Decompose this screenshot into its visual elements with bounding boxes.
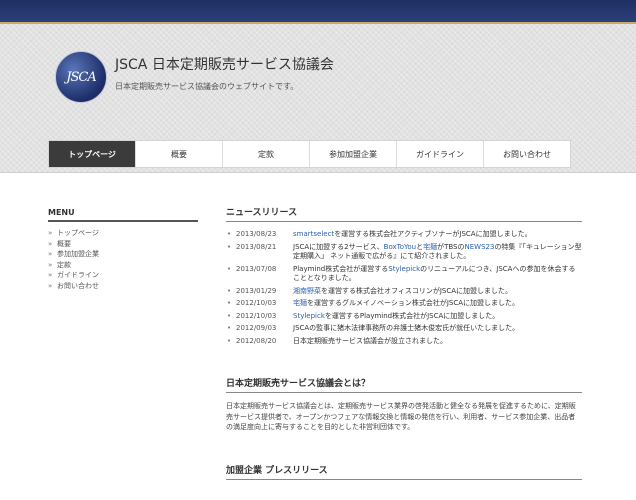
about-title: 日本定期販売サービス協議会とは？: [226, 376, 582, 393]
news-date: 2012/10/03: [236, 311, 277, 320]
news-item: 2013/01/29 湘南野菜を運営する株式会社オフィスコリンがJSCAに加盟しま…: [226, 287, 582, 297]
news-link[interactable]: NEWS23: [465, 243, 495, 251]
news-date: 2012/10/03: [236, 299, 277, 307]
sidebar-item-contact[interactable]: お問い合わせ: [48, 281, 198, 292]
sidebar-item-overview[interactable]: 概要: [48, 239, 198, 250]
news-text-segment: 日本定期販売サービス協議会が設立されました。: [293, 336, 447, 345]
news-text: JSCAの監事に猪木法律事務所の弁護士猪木俊宏氏が就任いたしました。: [293, 324, 582, 334]
news-title: ニュースリリース: [226, 205, 582, 222]
nav-item-contact[interactable]: お問い合わせ: [484, 141, 570, 167]
news-item: 2013/07/08 Playmind株式会社が運営するStylepickのリニュ…: [226, 265, 582, 284]
news-link[interactable]: 宅麺: [293, 299, 307, 307]
top-bar: [0, 0, 636, 24]
news-link[interactable]: smartselect: [293, 230, 334, 238]
about-text: 日本定期販売サービス協議会とは、定期販売サービス業界の啓発活動と健全なる発展を促…: [226, 402, 576, 431]
nav-item-articles[interactable]: 定款: [223, 141, 310, 167]
news-link[interactable]: Stylepick: [293, 312, 325, 320]
news-text-segment: JSCAに加盟する2サービス、: [293, 242, 384, 251]
news-date: 2013/01/29: [236, 286, 277, 295]
sidebar-menu: トップページ 概要 参加加盟企業 定款 ガイドライン お問い合わせ: [48, 228, 198, 291]
sidebar-item-articles[interactable]: 定款: [48, 260, 198, 271]
news-text-segment: がTBSの: [437, 242, 465, 251]
news-date: 2013/08/23: [236, 230, 277, 238]
news-text: Playmind株式会社が運営するStylepickのリニューアルにつき、JSC…: [293, 265, 582, 284]
nav-item-overview[interactable]: 概要: [136, 141, 223, 167]
news-item: 2012/09/03 JSCAの監事に猪木法律事務所の弁護士猪木俊宏氏が就任いたし…: [226, 324, 582, 334]
news-text: 日本定期販売サービス協議会が設立されました。: [293, 337, 582, 347]
site-description: 日本定期販売サービス協議会のウェブサイトです。: [115, 82, 299, 91]
news-text-segment: を運営するPlaymind株式会社がJSCAに加盟しました。: [324, 311, 500, 320]
news-text-segment: JSCAの監事に猪木法律事務所の弁護士猪木俊宏氏が就任いたしました。: [293, 324, 520, 332]
nav-item-members[interactable]: 参加加盟企業: [310, 141, 397, 167]
news-link[interactable]: Stylepick: [388, 265, 420, 273]
main-content: ニュースリリース 2013/08/23 smartselectを運営する株式会社ア…: [226, 205, 582, 480]
news-link[interactable]: BoxToYou: [384, 243, 416, 251]
sidebar-item-guidelines[interactable]: ガイドライン: [48, 270, 198, 281]
news-date: 2012/08/20: [236, 336, 277, 345]
nav-item-guidelines[interactable]: ガイドライン: [397, 141, 484, 167]
news-date: 2012/09/03: [236, 324, 277, 332]
news-link[interactable]: 湘南野菜: [293, 287, 321, 295]
news-text-segment: Playmind株式会社が運営する: [293, 264, 389, 273]
main-nav: トップページ 概要 定款 参加加盟企業 ガイドライン お問い合わせ: [48, 140, 571, 168]
news-list: 2013/08/23 smartselectを運営する株式会社アクティブソナーがJ…: [226, 230, 582, 346]
news-text-segment: を運営するグルメイノベーション株式会社がJSCAに加盟しました。: [307, 299, 520, 307]
news-item: 2012/10/03 宅麺を運営するグルメイノベーション株式会社がJSCAに加盟し…: [226, 299, 582, 309]
site-logo[interactable]: JSCA: [55, 51, 107, 103]
news-text: Stylepickを運営するPlaymind株式会社がJSCAに加盟しました。: [293, 312, 582, 322]
sidebar-title: MENU: [48, 208, 198, 222]
news-text-segment: を運営する株式会社アクティブソナーがJSCAに加盟しました。: [334, 230, 532, 238]
news-text: JSCAに加盟する2サービス、BoxToYouと宅麺がTBSのNEWS23の特集…: [293, 243, 582, 262]
news-text: 湘南野菜を運営する株式会社オフィスコリンがJSCAに加盟しました。: [293, 287, 582, 297]
news-date: 2013/07/08: [236, 264, 277, 273]
news-date: 2013/08/21: [236, 242, 277, 251]
sidebar: MENU トップページ 概要 参加加盟企業 定款 ガイドライン お問い合わせ: [48, 208, 198, 291]
news-item: 2012/10/03 Stylepickを運営するPlaymind株式会社がJSC…: [226, 312, 582, 322]
sidebar-item-members[interactable]: 参加加盟企業: [48, 249, 198, 260]
news-item: 2013/08/21 JSCAに加盟する2サービス、BoxToYouと宅麺がTBS…: [226, 243, 582, 262]
news-item: 2012/08/20 日本定期販売サービス協議会が設立されました。: [226, 337, 582, 347]
sidebar-item-top[interactable]: トップページ: [48, 228, 198, 239]
news-text: smartselectを運営する株式会社アクティブソナーがJSCAに加盟しました…: [293, 230, 582, 240]
logo-text: JSCA: [66, 69, 96, 85]
news-item: 2013/08/23 smartselectを運営する株式会社アクティブソナーがJ…: [226, 230, 582, 240]
site-title[interactable]: JSCA 日本定期販売サービス協議会: [115, 54, 334, 74]
news-link[interactable]: 宅麺: [423, 243, 437, 251]
news-text-segment: を運営する株式会社オフィスコリンがJSCAに加盟しました。: [321, 286, 513, 295]
news-text: 宅麺を運営するグルメイノベーション株式会社がJSCAに加盟しました。: [293, 299, 582, 309]
nav-item-top[interactable]: トップページ: [49, 141, 136, 167]
press-title: 加盟企業 プレスリリース: [226, 463, 582, 480]
